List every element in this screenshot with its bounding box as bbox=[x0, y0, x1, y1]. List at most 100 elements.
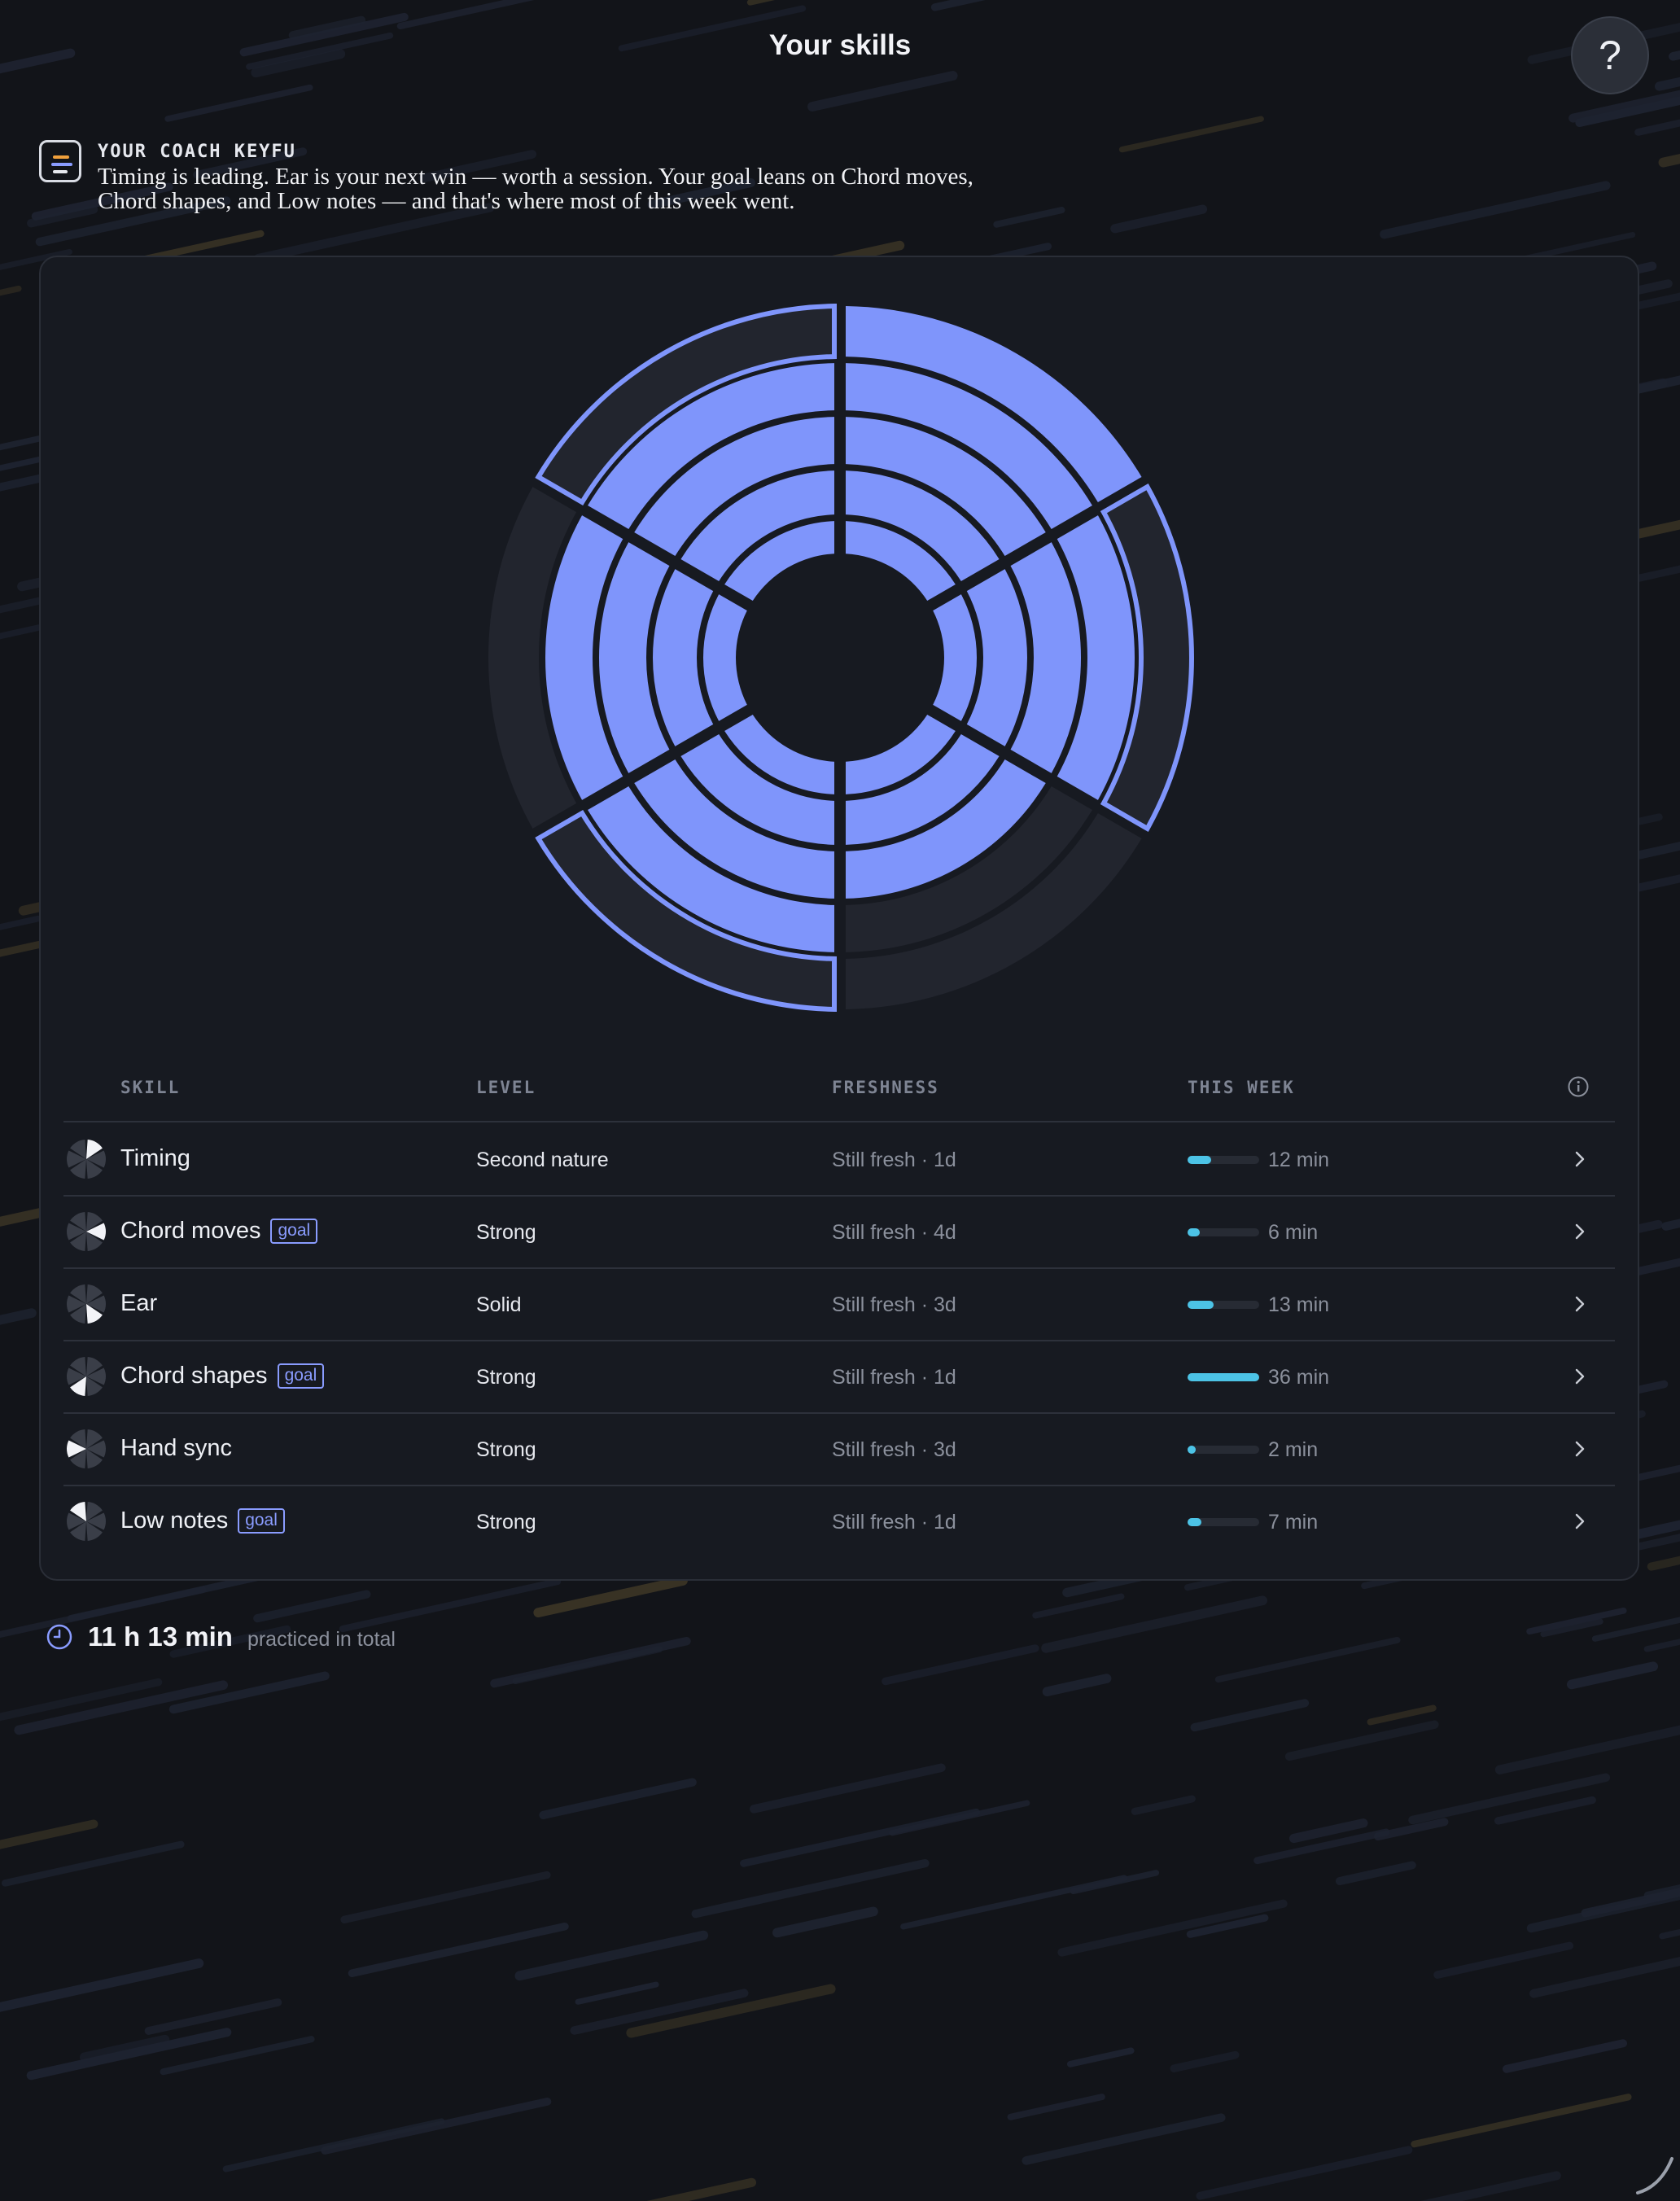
wheel-segment-filled bbox=[933, 594, 977, 721]
background-streak bbox=[1190, 1699, 1310, 1732]
background-streak bbox=[1654, 77, 1680, 91]
skill-name: Chord moves bbox=[120, 1218, 261, 1244]
background-streak bbox=[1420, 2171, 1561, 2201]
chevron-right-icon[interactable] bbox=[1568, 1437, 1591, 1460]
info-icon[interactable] bbox=[1567, 1075, 1590, 1098]
background-streak bbox=[0, 285, 22, 296]
background-streak bbox=[646, 2177, 757, 2201]
background-streak bbox=[1408, 1773, 1611, 1825]
skill-wheel-mini-icon bbox=[67, 1502, 106, 1541]
column-header-freshness: FRESHNESS bbox=[832, 1078, 939, 1097]
week-minutes: 12 min bbox=[1268, 1149, 1330, 1171]
background-streak bbox=[1022, 2113, 1226, 2165]
help-button[interactable]: ? bbox=[1571, 16, 1649, 94]
skill-level: Strong bbox=[476, 1438, 536, 1461]
background-streak bbox=[26, 2028, 232, 2081]
background-streak bbox=[340, 1871, 551, 1923]
skill-name: Ear bbox=[120, 1290, 158, 1316]
week-progress-bar bbox=[1188, 1156, 1259, 1164]
background-streak bbox=[882, 1644, 1039, 1686]
chevron-right-icon[interactable] bbox=[1568, 1220, 1591, 1243]
week-minutes: 13 min bbox=[1268, 1293, 1330, 1316]
background-streak bbox=[575, 1981, 659, 2005]
skill-name: Timing bbox=[120, 1145, 190, 1171]
background-streak bbox=[1057, 1899, 1288, 1957]
week-progress-bar bbox=[1188, 1301, 1259, 1309]
skill-level: Solid bbox=[476, 1293, 522, 1316]
chevron-right-icon[interactable] bbox=[1568, 1365, 1591, 1388]
background-streak bbox=[1007, 2094, 1105, 2120]
skill-freshness: Still fresh · 1d bbox=[832, 1366, 956, 1389]
background-streak bbox=[1070, 1870, 1160, 1895]
background-streak bbox=[807, 71, 958, 112]
chevron-right-icon[interactable] bbox=[1568, 1148, 1591, 1171]
week-progress-fill bbox=[1188, 1446, 1196, 1454]
page-title: Your skills bbox=[768, 29, 912, 61]
skill-freshness: Still fresh · 1d bbox=[832, 1511, 956, 1534]
table-row[interactable]: Timing Second nature Still fresh · 1d 12 mi… bbox=[63, 1123, 1615, 1195]
table-row[interactable]: Ear Solid Still fresh · 3d 13 min bbox=[63, 1268, 1615, 1340]
skill-wheel bbox=[488, 304, 1194, 1012]
week-progress-fill bbox=[1188, 1373, 1259, 1381]
background-streak bbox=[1503, 2039, 1627, 2073]
skill-freshness: Still fresh · 1d bbox=[832, 1149, 956, 1171]
background-streak bbox=[0, 915, 42, 930]
background-streak bbox=[533, 1576, 688, 1617]
background-streak bbox=[1284, 1720, 1439, 1761]
skill-name: Hand sync bbox=[120, 1435, 233, 1461]
background-streak bbox=[1110, 204, 1208, 234]
total-time: 11 h 13 min bbox=[88, 1621, 233, 1652]
week-progress-bar bbox=[1188, 1518, 1259, 1526]
chevron-right-icon[interactable] bbox=[1568, 1510, 1591, 1533]
week-progress-bar bbox=[1188, 1373, 1259, 1381]
background-streak bbox=[1411, 2094, 1632, 2148]
background-streak bbox=[0, 1958, 204, 2012]
background-streak bbox=[1567, 1661, 1658, 1690]
background-streak bbox=[1630, 1258, 1680, 1276]
background-streak bbox=[222, 2118, 445, 2173]
background-streak bbox=[1494, 1725, 1680, 1774]
column-header-level: LEVEL bbox=[476, 1078, 536, 1097]
skill-name-cell: Ear bbox=[120, 1290, 157, 1317]
week-minutes: 36 min bbox=[1268, 1366, 1330, 1389]
skill-freshness: Still fresh · 3d bbox=[832, 1293, 956, 1316]
skill-level: Strong bbox=[476, 1366, 536, 1389]
table-row[interactable]: Low notes goal Strong Still fresh · 1d 7 min bbox=[63, 1486, 1615, 1557]
background-streak bbox=[514, 1930, 709, 1981]
chevron-right-icon[interactable] bbox=[1568, 1293, 1591, 1315]
column-header-skill: SKILL bbox=[120, 1078, 181, 1097]
table-row[interactable]: Hand sync Strong Still fresh · 3d 2 min bbox=[63, 1413, 1615, 1485]
background-streak bbox=[2, 1840, 185, 1887]
background-streak bbox=[1658, 154, 1680, 168]
skill-freshness: Still fresh · 4d bbox=[832, 1221, 956, 1244]
background-streak bbox=[321, 2097, 552, 2155]
skill-freshness: Still fresh · 3d bbox=[832, 1438, 956, 1461]
coach-avatar-icon bbox=[39, 140, 81, 182]
goal-badge: goal bbox=[238, 1508, 285, 1534]
skill-wheel-mini-icon bbox=[67, 1429, 106, 1468]
week-minutes: 7 min bbox=[1268, 1511, 1319, 1534]
background-streak bbox=[348, 1922, 569, 1977]
background-streak bbox=[254, 203, 495, 263]
coach-label: YOUR COACH KEYFU bbox=[98, 142, 296, 162]
week-minutes: 2 min bbox=[1268, 1438, 1319, 1461]
skill-name-cell: Hand sync bbox=[120, 1435, 232, 1462]
background-streak bbox=[1042, 1674, 1112, 1696]
background-streak bbox=[1591, 1617, 1680, 1642]
table-row[interactable]: Chord moves goal Strong Still fresh · 4d 6 m… bbox=[63, 1196, 1615, 1267]
skill-name-cell: Low notes goal bbox=[120, 1507, 285, 1534]
skill-level: Strong bbox=[476, 1221, 536, 1244]
wheel-segment-filled bbox=[703, 594, 747, 721]
table-row[interactable]: Chord shapes goal Strong Still fresh · 1d 36… bbox=[63, 1341, 1615, 1412]
total-label: practiced in total bbox=[247, 1628, 396, 1651]
background-streak bbox=[1131, 1795, 1196, 1815]
week-progress-fill bbox=[1188, 1228, 1200, 1236]
skill-name: Chord shapes bbox=[120, 1363, 268, 1389]
background-streak bbox=[512, 1646, 663, 1685]
background-streak bbox=[1335, 1861, 1416, 1886]
week-progress-fill bbox=[1188, 1301, 1214, 1309]
skill-wheel-mini-icon bbox=[67, 1284, 106, 1324]
goal-badge: goal bbox=[277, 1363, 325, 1389]
background-streak bbox=[1659, 1928, 1680, 1940]
clock-icon bbox=[46, 1624, 72, 1650]
